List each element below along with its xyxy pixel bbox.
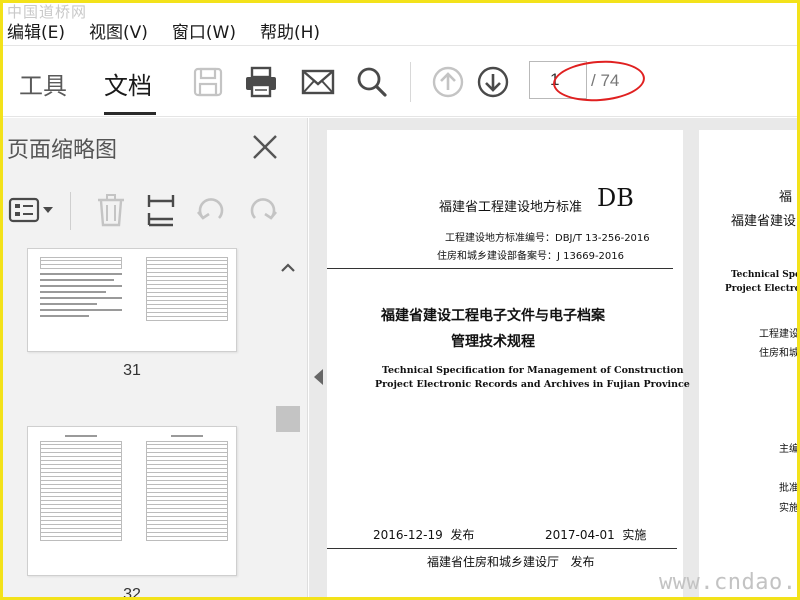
impl-date-label: 实施	[622, 528, 647, 542]
email-icon[interactable]	[300, 64, 336, 100]
standard-code: DB	[597, 184, 634, 212]
page-number-input[interactable]: 1	[529, 61, 587, 99]
watermark-text-top: 中国道桥网	[7, 3, 88, 21]
thumbnail-sidebar: 页面缩略图 31 32	[3, 118, 308, 600]
thumbnail-list: 31 32	[3, 248, 273, 600]
thumbnail-table	[146, 257, 228, 321]
next-page-text: 批准	[779, 483, 799, 494]
header-rule	[327, 268, 673, 269]
next-page-text: 福建省建设	[731, 214, 797, 229]
standard-title: 福建省工程建设地方标准	[439, 200, 583, 215]
sidebar-tool-separator	[70, 192, 71, 230]
issue-date: 2016-12-19 发布	[373, 526, 474, 543]
document-viewer[interactable]: 福建省工程建设地方标准 DB 工程建设地方标准编号：DBJ/T 13-256-2…	[309, 118, 800, 597]
extract-icon[interactable]	[143, 192, 179, 228]
implementation-date: 2017-04-01 实施	[545, 526, 646, 543]
page-down-icon[interactable]	[475, 64, 511, 100]
thumbnail-table	[146, 435, 228, 541]
standard-number: 工程建设地方标准编号：DBJ/T 13-256-2016	[445, 233, 650, 244]
thumbnail-scrollbar[interactable]	[275, 248, 301, 597]
thumbnail-label: 32	[123, 586, 141, 600]
search-icon[interactable]	[354, 64, 390, 100]
thumbnail-label: 31	[123, 362, 141, 379]
tab-tools[interactable]: 工具	[19, 66, 67, 101]
thumbnail-content	[40, 257, 122, 321]
collapse-sidebar-arrow[interactable]	[314, 369, 323, 385]
next-page-text: 实施	[779, 503, 799, 514]
document-title-line-1: 福建省建设工程电子文件与电子档案	[381, 308, 605, 324]
sidebar-toolbar	[3, 186, 307, 232]
publisher-name: 福建省住房和城乡建设厅	[427, 555, 560, 569]
page-thumbnail-31[interactable]	[27, 248, 237, 352]
chevron-up-icon[interactable]	[280, 260, 296, 276]
impl-date-value: 2017-04-01	[545, 528, 615, 542]
document-title-line-2: 管理技术规程	[451, 334, 535, 350]
issue-date-label: 发布	[450, 528, 475, 542]
delete-icon[interactable]	[93, 192, 129, 228]
toolbar-separator	[410, 62, 411, 102]
next-page-text: Project Electroni	[725, 284, 797, 294]
menu-bar: 编辑(E) 视图(V) 窗口(W) 帮助(H)	[3, 15, 797, 45]
page-up-icon[interactable]	[430, 64, 466, 100]
menu-view[interactable]: 视图(V)	[89, 18, 148, 43]
page-total-label: / 74	[591, 71, 620, 90]
scrollbar-thumb[interactable]	[276, 406, 300, 432]
main-toolbar: 工具 文档 1 / 74	[3, 45, 797, 117]
save-icon[interactable]	[190, 64, 226, 100]
footer-rule	[327, 548, 677, 549]
rotate-left-icon[interactable]	[193, 192, 229, 228]
app-window: 中国道桥网 编辑(E) 视图(V) 窗口(W) 帮助(H) 工具 文档 1 / …	[0, 0, 800, 600]
document-page-next: 福 福建省建设 Technical Specifi Project Electr…	[699, 130, 800, 597]
next-page-text: 福	[779, 190, 793, 205]
page-thumbnail-32[interactable]	[27, 426, 237, 576]
english-title-line-1: Technical Specification for Management o…	[382, 365, 684, 376]
publisher-label: 发布	[570, 555, 595, 569]
menu-help[interactable]: 帮助(H)	[260, 18, 320, 43]
tab-document[interactable]: 文档	[104, 66, 152, 101]
rotate-right-icon[interactable]	[245, 192, 281, 228]
thumbnail-table	[40, 435, 122, 541]
menu-window[interactable]: 窗口(W)	[172, 18, 236, 43]
active-tab-indicator	[104, 112, 156, 115]
record-number: 住房和城乡建设部备案号：J 13669-2016	[437, 251, 624, 262]
next-page-text: 主编	[779, 444, 799, 455]
watermark-text-bottom: www.cndao.com	[659, 570, 797, 595]
document-page: 福建省工程建设地方标准 DB 工程建设地方标准编号：DBJ/T 13-256-2…	[327, 130, 690, 597]
sidebar-title: 页面缩略图	[7, 138, 118, 163]
english-title-line-2: Project Electronic Records and Archives …	[375, 379, 690, 390]
next-page-text: 住房和城	[759, 348, 799, 359]
next-page-text: 工程建设	[759, 329, 799, 340]
close-icon[interactable]	[250, 132, 280, 162]
thumbnail-options-icon[interactable]	[7, 192, 55, 228]
publisher: 福建省住房和城乡建设厅 发布	[427, 553, 594, 570]
issue-date-value: 2016-12-19	[373, 528, 443, 542]
next-page-text: Technical Specifi	[731, 270, 800, 280]
print-icon[interactable]	[243, 64, 279, 100]
